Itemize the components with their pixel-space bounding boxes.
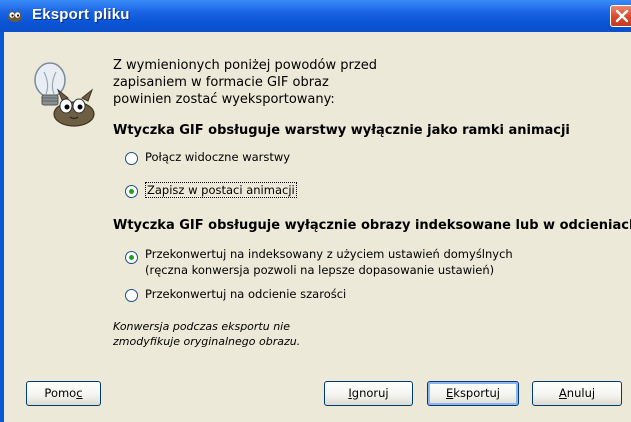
close-icon xyxy=(615,9,629,23)
lightbulb-hint-icon xyxy=(34,62,95,127)
message-line: powinien zostać wyeksportowany: xyxy=(113,92,335,107)
radio-label: Przekonwertuj na odcienie szarości xyxy=(145,287,347,301)
dialog-body: Z wymienionych poniżej powodów przed zap… xyxy=(4,32,631,422)
radio-label-line: Przekonwertuj na indeksowany z użyciem u… xyxy=(145,247,513,261)
radio-button[interactable] xyxy=(125,185,138,198)
radio-label: Zapisz w postaci animacji xyxy=(145,182,297,198)
layers-section-heading: Wtyczka GIF obsługuje warstwy wyłącznie … xyxy=(113,123,570,138)
cancel-button[interactable]: Anuluj xyxy=(532,381,622,406)
export-button[interactable]: Eksportuj xyxy=(427,381,519,406)
help-button[interactable]: Pomoc xyxy=(26,381,101,406)
radio-label: Przekonwertuj na indeksowany z użyciem u… xyxy=(145,246,513,278)
radio-label: Połącz widoczne warstwy xyxy=(145,150,291,164)
button-label: Pomo xyxy=(44,386,77,400)
button-label: gnoruj xyxy=(351,386,389,400)
note-line: zmodyfikuje oryginalnego obrazu. xyxy=(113,335,301,348)
conversion-note: Konwersja podczas eksportu nie zmodyfiku… xyxy=(113,319,300,349)
message-line: Z wymienionych poniżej powodów przed xyxy=(113,58,377,73)
note-line: Konwersja podczas eksportu nie xyxy=(113,320,290,333)
button-mnemonic: A xyxy=(558,386,567,400)
radio-button[interactable] xyxy=(125,152,138,165)
ignore-button[interactable]: Ignoruj xyxy=(324,381,413,406)
button-mnemonic: c xyxy=(76,386,83,400)
export-dialog-window: Eksport pliku Z wymienionych poniżej pow… xyxy=(0,0,631,422)
button-label: nuluj xyxy=(566,386,596,400)
radio-label-line: (ręczna konwersja pozwoli na lepsze dopa… xyxy=(145,263,495,277)
reasons-message: Z wymienionych poniżej powodów przed zap… xyxy=(113,57,443,108)
radio-label-wrapper: Zapisz w postaci animacji xyxy=(145,182,297,198)
message-line: zapisaniem w formacie GIF obraz xyxy=(113,75,329,90)
indexed-section-heading: Wtyczka GIF obsługuje wyłącznie obrazy i… xyxy=(113,218,631,233)
window-title: Eksport pliku xyxy=(32,6,130,23)
close-button[interactable] xyxy=(610,5,631,27)
title-bar[interactable]: Eksport pliku xyxy=(0,0,631,32)
gimp-wilber-icon xyxy=(8,9,22,22)
radio-button[interactable] xyxy=(125,251,138,264)
radio-button[interactable] xyxy=(125,289,138,302)
button-label: ksportuj xyxy=(453,386,500,400)
